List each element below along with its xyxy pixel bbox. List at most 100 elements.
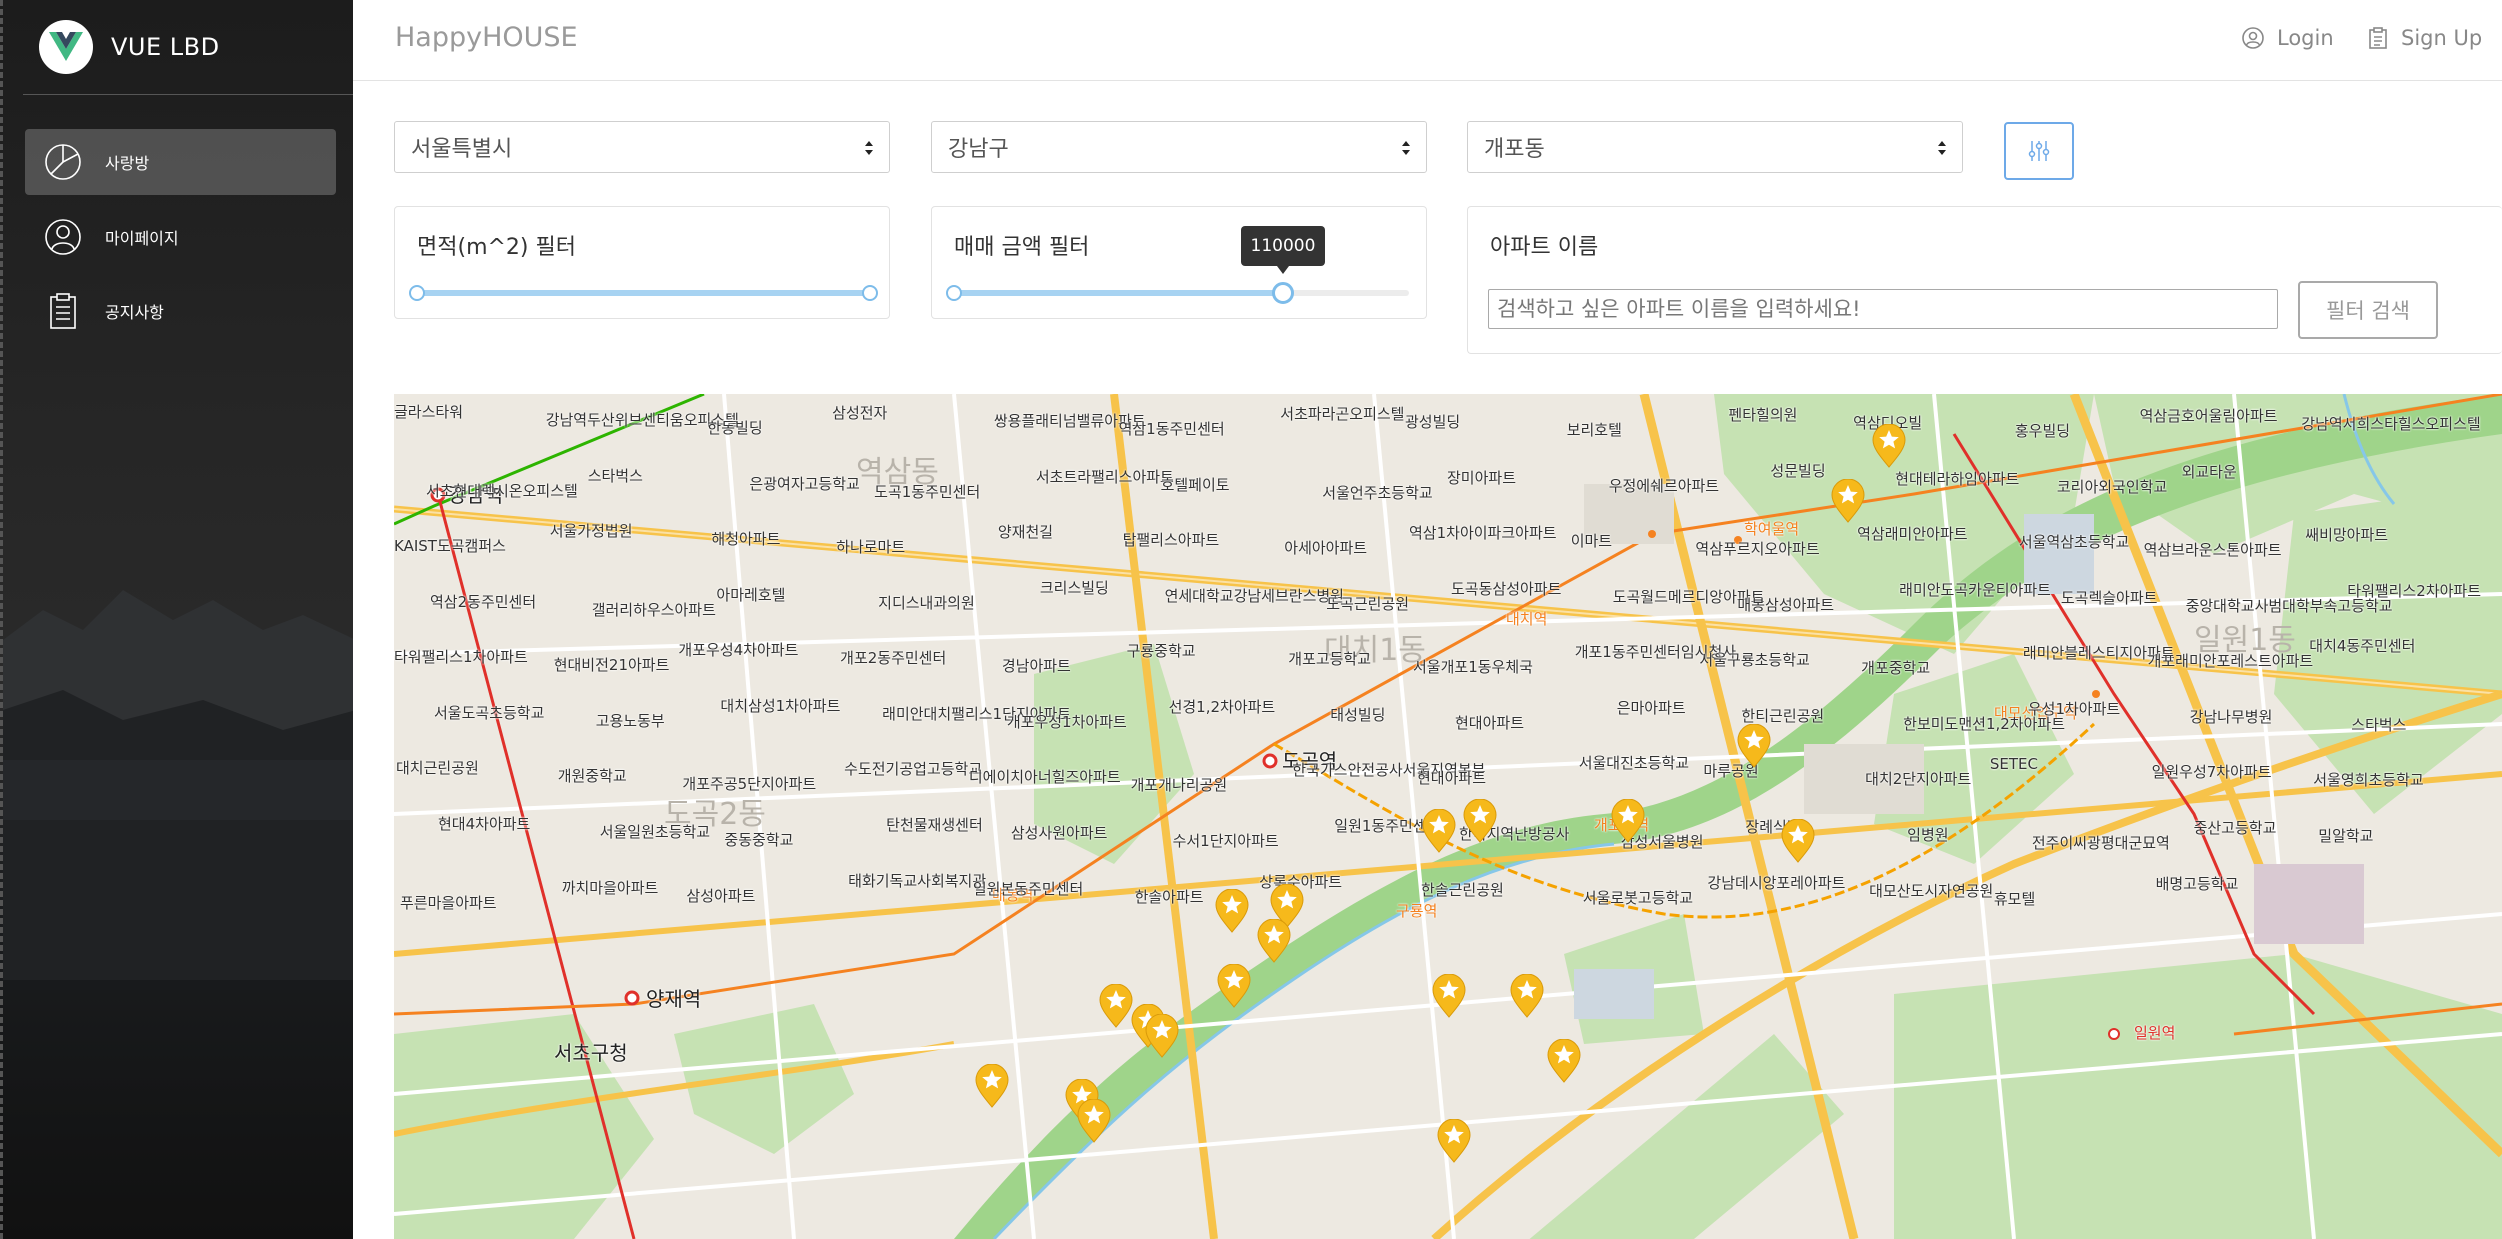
area-slider-min-handle[interactable] xyxy=(409,285,425,301)
apartment-marker-icon[interactable] xyxy=(1217,964,1251,1008)
map-poi-label: 스타벅스 xyxy=(587,466,643,485)
map-poi-label: 하나로마트 xyxy=(836,538,906,557)
map-poi-label: 서초파라곤오피스텔 xyxy=(1280,405,1405,423)
map-poi-label: 역삼1차아이파크아파트 xyxy=(1409,524,1557,543)
sidebar-item-notice[interactable]: 공지사항 xyxy=(25,278,336,344)
map-poi-label: 삼성사원아파트 xyxy=(1010,824,1108,842)
apartment-marker-icon[interactable] xyxy=(1422,809,1456,853)
map-poi-label: 역삼1동주민센터 xyxy=(1118,420,1225,438)
apartment-marker-icon[interactable] xyxy=(1215,889,1249,933)
map-view[interactable]: 역삼동 대치1동 일원1동 도곡2동 강남역 도곡역 양재역 대치역 학여울역 … xyxy=(394,394,2502,1239)
apartment-marker-icon[interactable] xyxy=(1099,984,1133,1028)
divider xyxy=(23,94,353,95)
map-poi-label: 도곡동삼성아파트 xyxy=(1451,579,1562,598)
map-poi-label: 도곡근린공원 xyxy=(1326,594,1410,613)
map-poi-label: 탄천물재생센터 xyxy=(886,816,983,834)
map-poi-label: 수서1단지아파트 xyxy=(1172,832,1279,850)
login-link[interactable]: Login xyxy=(2241,26,2334,50)
brand[interactable]: VUE LBD xyxy=(39,20,220,74)
price-filter-card: 매매 금액 필터 xyxy=(931,206,1427,319)
apt-name-input[interactable] xyxy=(1488,289,2278,329)
map-poi-label: 우정에쉐르아파트 xyxy=(1608,476,1720,495)
apartment-marker-icon[interactable] xyxy=(1737,724,1771,768)
map-district-label: 도곡2동 xyxy=(664,797,766,832)
price-slider-range xyxy=(954,290,1290,296)
sidebar-background-image xyxy=(3,590,353,980)
map-poi-label: 태화기독교사회복지관 xyxy=(848,871,987,890)
map-poi-label: 개포고등학교 xyxy=(1288,650,1372,669)
filter-toggle-button[interactable] xyxy=(2004,122,2074,180)
map-poi-label: 아마레호텔 xyxy=(716,585,786,604)
map-poi-label: 쌔비망아파트 xyxy=(2305,526,2389,545)
map-poi-label: 디에이치아너힐즈아파트 xyxy=(968,768,1121,787)
map-poi-label: 해청아파트 xyxy=(711,530,781,549)
sidebar-item-mypage[interactable]: 마이페이지 xyxy=(25,204,336,270)
map-poi-label: 서초구청 xyxy=(554,1041,628,1065)
map-poi-label: 서울대진초등학교 xyxy=(1578,754,1690,773)
map-poi-label: 한티근린공원 xyxy=(1741,706,1825,725)
apartment-marker-icon[interactable] xyxy=(1145,1014,1179,1058)
signup-link[interactable]: Sign Up xyxy=(2367,26,2482,50)
map-poi-label: 서초현대렉시온오피스텔 xyxy=(426,481,578,500)
map-poi-label: 개포중학교 xyxy=(1861,659,1931,678)
apartment-marker-icon[interactable] xyxy=(1547,1039,1581,1083)
map-poi-label: 도곡렉슬아파트 xyxy=(2060,588,2158,607)
price-slider-min-handle[interactable] xyxy=(946,285,962,301)
map-poi-label: 역삼2동주민센터 xyxy=(430,592,537,611)
select-caret-icon xyxy=(865,141,873,155)
select-caret-icon xyxy=(1402,141,1410,155)
map-poi-label: 래미안도곡카운티아파트 xyxy=(1899,580,2051,599)
city-select-value: 서울특별시 xyxy=(411,137,513,162)
apartment-marker-icon[interactable] xyxy=(1872,424,1906,468)
map-poi-label: 삼성전자 xyxy=(832,404,888,422)
map-poi-label: 서울구룡초등학교 xyxy=(1699,651,1810,670)
map-poi-label: 아세아아파트 xyxy=(1284,539,1368,558)
map-poi-label: 강남나무병원 xyxy=(2189,707,2273,726)
map-station-label: 대치역 xyxy=(1506,610,1548,628)
apartment-marker-icon[interactable] xyxy=(1611,799,1645,843)
sidebar: VUE LBD 사랑방 마이페이지 공지사항 xyxy=(0,0,353,1239)
sidebar-item-label: 사랑방 xyxy=(105,154,150,173)
apartment-marker-icon[interactable] xyxy=(1781,819,1815,863)
map-station-label: 구룡역 xyxy=(1396,902,1438,920)
apartment-marker-icon[interactable] xyxy=(1257,919,1291,963)
dong-select[interactable]: 개포동 xyxy=(1467,121,1963,173)
price-slider-max-handle[interactable] xyxy=(1272,282,1294,304)
map-poi-label: 탑팰리스아파트 xyxy=(1122,531,1220,550)
map-poi-label: 서울개포1동우체국 xyxy=(1413,658,1533,677)
vue-logo-icon xyxy=(39,20,93,74)
map-poi-label: 개포개나리공원 xyxy=(1130,776,1228,795)
apartment-marker-icon[interactable] xyxy=(1432,974,1466,1018)
apartment-marker-icon[interactable] xyxy=(975,1064,1009,1108)
clipboard-icon xyxy=(2369,27,2387,49)
city-select[interactable]: 서울특별시 xyxy=(394,121,890,173)
apartment-marker-icon[interactable] xyxy=(1077,1099,1111,1143)
filter-search-button[interactable]: 필터 검색 xyxy=(2298,281,2438,339)
map-poi-label: 호텔페이토 xyxy=(1160,475,1230,494)
apartment-marker-icon[interactable] xyxy=(1437,1119,1471,1163)
pie-chart-icon xyxy=(45,144,81,180)
apartment-marker-icon[interactable] xyxy=(1510,974,1544,1018)
district-select[interactable]: 강남구 xyxy=(931,121,1427,173)
area-slider-max-handle[interactable] xyxy=(862,285,878,301)
map-poi-label: 연세대학교강남세브란스병원 xyxy=(1164,586,1344,605)
map-poi-label: 매봉삼성아파트 xyxy=(1737,595,1835,614)
map-poi-label: 고용노동부 xyxy=(595,711,665,730)
area-slider-track[interactable] xyxy=(417,290,872,296)
apartment-marker-icon[interactable] xyxy=(1463,799,1497,843)
map-poi-label: 서초트라팰리스아파트 xyxy=(1035,467,1174,486)
map-poi-label: 외교타운 xyxy=(2181,462,2237,481)
page-title[interactable]: HappyHOUSE xyxy=(395,22,578,53)
map-poi-label: 현대아파트 xyxy=(1455,713,1525,732)
sidebar-item-sarangbang[interactable]: 사랑방 xyxy=(25,129,336,195)
map-poi-label: 도곡1동주민센터 xyxy=(874,482,981,501)
map-poi-label: 까치마을아파트 xyxy=(561,878,659,897)
apartment-marker-icon[interactable] xyxy=(1831,479,1865,523)
map-poi-label: 서울도곡초등학교 xyxy=(434,703,545,722)
map-district-label: 역삼동 xyxy=(856,455,939,490)
map-poi-label: 스타벅스 xyxy=(2351,715,2407,734)
map-poi-label: 코리아외국인학교 xyxy=(2056,477,2168,496)
sidebar-item-label: 마이페이지 xyxy=(105,229,179,248)
map-poi-label: 현대테라하임아파트 xyxy=(1895,469,2020,488)
map-poi-label: 삼성아파트 xyxy=(686,886,756,905)
